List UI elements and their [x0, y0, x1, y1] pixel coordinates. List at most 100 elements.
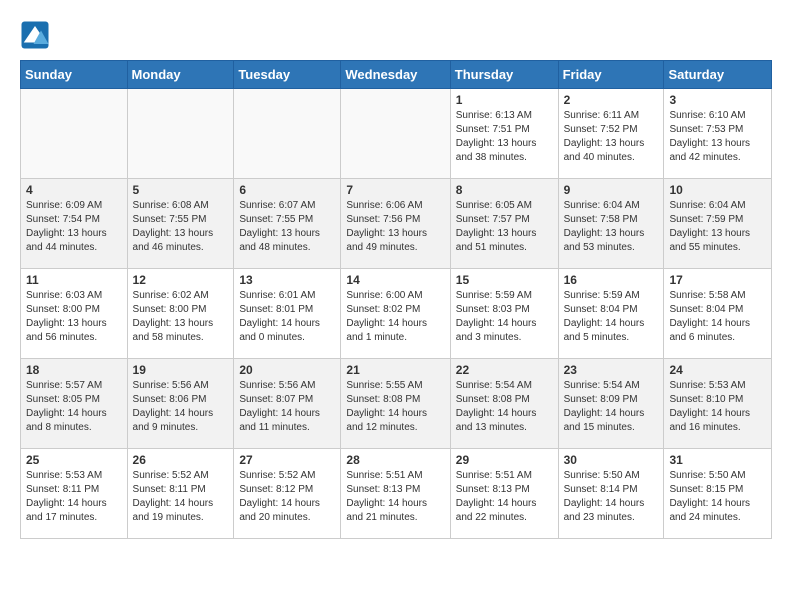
day-number: 30 — [564, 453, 659, 467]
week-row-1: 1 Sunrise: 6:13 AM Sunset: 7:51 PM Daylig… — [21, 89, 772, 179]
day-cell: 25 Sunrise: 5:53 AM Sunset: 8:11 PM Dayli… — [21, 449, 128, 539]
day-number: 8 — [456, 183, 553, 197]
day-cell: 9 Sunrise: 6:04 AM Sunset: 7:58 PM Daylig… — [558, 179, 664, 269]
day-cell: 23 Sunrise: 5:54 AM Sunset: 8:09 PM Dayli… — [558, 359, 664, 449]
day-info: Sunrise: 6:07 AM Sunset: 7:55 PM Dayligh… — [239, 199, 335, 255]
day-cell — [341, 89, 450, 179]
day-info: Sunrise: 6:04 AM Sunset: 7:59 PM Dayligh… — [669, 199, 766, 255]
day-cell: 2Sunrise: 6:11 AM Sunset: 7:52 PM Daylig… — [558, 89, 664, 179]
day-cell: 15Sunrise: 5:59 AM Sunset: 8:03 PM Dayli… — [450, 269, 558, 359]
day-info: Sunrise: 5:52 AM Sunset: 8:12 PM Dayligh… — [239, 469, 335, 525]
day-number: 11 — [26, 273, 122, 287]
day-info: Sunrise: 5:58 AM Sunset: 8:04 PM Dayligh… — [669, 289, 766, 345]
day-cell: 10 Sunrise: 6:04 AM Sunset: 7:59 PM Dayli… — [664, 179, 772, 269]
day-number: 18 — [26, 363, 122, 377]
day-number: 20 — [239, 363, 335, 377]
weekday-header-saturday: Saturday — [664, 61, 772, 89]
weekday-header-row: SundayMondayTuesdayWednesdayThursdayFrid… — [21, 61, 772, 89]
day-cell: 22Sunrise: 5:54 AM Sunset: 8:08 PM Dayli… — [450, 359, 558, 449]
day-info: Sunrise: 6:04 AM Sunset: 7:58 PM Dayligh… — [564, 199, 659, 255]
day-number: 17 — [669, 273, 766, 287]
weekday-header-tuesday: Tuesday — [234, 61, 341, 89]
day-cell: 20 Sunrise: 5:56 AM Sunset: 8:07 PM Dayli… — [234, 359, 341, 449]
day-cell — [21, 89, 128, 179]
day-info: Sunrise: 5:53 AM Sunset: 8:11 PM Dayligh… — [26, 469, 122, 525]
day-number: 12 — [133, 273, 229, 287]
day-cell: 17 Sunrise: 5:58 AM Sunset: 8:04 PM Dayli… — [664, 269, 772, 359]
day-number: 6 — [239, 183, 335, 197]
day-number: 31 — [669, 453, 766, 467]
day-cell: 11 Sunrise: 6:03 AM Sunset: 8:00 PM Dayli… — [21, 269, 128, 359]
week-row-4: 18 Sunrise: 5:57 AM Sunset: 8:05 PM Dayli… — [21, 359, 772, 449]
week-row-2: 4 Sunrise: 6:09 AM Sunset: 7:54 PM Daylig… — [21, 179, 772, 269]
day-info: Sunrise: 6:01 AM Sunset: 8:01 PM Dayligh… — [239, 289, 335, 345]
day-number: 29 — [456, 453, 553, 467]
day-number: 1 — [456, 93, 553, 107]
calendar-table: SundayMondayTuesdayWednesdayThursdayFrid… — [20, 60, 772, 539]
day-number: 28 — [346, 453, 444, 467]
weekday-header-wednesday: Wednesday — [341, 61, 450, 89]
day-info: Sunrise: 5:50 AM Sunset: 8:14 PM Dayligh… — [564, 469, 659, 525]
day-number: 13 — [239, 273, 335, 287]
day-info: Sunrise: 5:59 AM Sunset: 8:04 PM Dayligh… — [564, 289, 659, 345]
day-info: Sunrise: 5:56 AM Sunset: 8:07 PM Dayligh… — [239, 379, 335, 435]
day-cell: 28 Sunrise: 5:51 AM Sunset: 8:13 PM Dayli… — [341, 449, 450, 539]
day-info: Sunrise: 5:57 AM Sunset: 8:05 PM Dayligh… — [26, 379, 122, 435]
day-info: Sunrise: 5:50 AM Sunset: 8:15 PM Dayligh… — [669, 469, 766, 525]
day-number: 9 — [564, 183, 659, 197]
day-info: Sunrise: 6:06 AM Sunset: 7:56 PM Dayligh… — [346, 199, 444, 255]
day-number: 3 — [669, 93, 766, 107]
day-info: Sunrise: 5:54 AM Sunset: 8:09 PM Dayligh… — [564, 379, 659, 435]
day-cell: 6 Sunrise: 6:07 AM Sunset: 7:55 PM Daylig… — [234, 179, 341, 269]
day-info: Sunrise: 6:05 AM Sunset: 7:57 PM Dayligh… — [456, 199, 553, 255]
weekday-header-sunday: Sunday — [21, 61, 128, 89]
day-cell: 18 Sunrise: 5:57 AM Sunset: 8:05 PM Dayli… — [21, 359, 128, 449]
page-header — [20, 20, 772, 50]
day-number: 4 — [26, 183, 122, 197]
day-number: 7 — [346, 183, 444, 197]
day-cell: 26Sunrise: 5:52 AM Sunset: 8:11 PM Dayli… — [127, 449, 234, 539]
day-info: Sunrise: 5:54 AM Sunset: 8:08 PM Dayligh… — [456, 379, 553, 435]
day-cell: 31 Sunrise: 5:50 AM Sunset: 8:15 PM Dayli… — [664, 449, 772, 539]
day-cell: 3Sunrise: 6:10 AM Sunset: 7:53 PM Daylig… — [664, 89, 772, 179]
day-number: 14 — [346, 273, 444, 287]
day-cell: 14Sunrise: 6:00 AM Sunset: 8:02 PM Dayli… — [341, 269, 450, 359]
day-info: Sunrise: 5:51 AM Sunset: 8:13 PM Dayligh… — [456, 469, 553, 525]
day-info: Sunrise: 6:13 AM Sunset: 7:51 PM Dayligh… — [456, 109, 553, 165]
day-cell — [234, 89, 341, 179]
day-cell: 16 Sunrise: 5:59 AM Sunset: 8:04 PM Dayli… — [558, 269, 664, 359]
day-number: 24 — [669, 363, 766, 377]
day-info: Sunrise: 6:09 AM Sunset: 7:54 PM Dayligh… — [26, 199, 122, 255]
weekday-header-friday: Friday — [558, 61, 664, 89]
day-number: 23 — [564, 363, 659, 377]
day-cell: 8 Sunrise: 6:05 AM Sunset: 7:57 PM Daylig… — [450, 179, 558, 269]
day-cell: 1 Sunrise: 6:13 AM Sunset: 7:51 PM Daylig… — [450, 89, 558, 179]
day-number: 10 — [669, 183, 766, 197]
day-info: Sunrise: 6:02 AM Sunset: 8:00 PM Dayligh… — [133, 289, 229, 345]
day-cell: 21 Sunrise: 5:55 AM Sunset: 8:08 PM Dayli… — [341, 359, 450, 449]
day-number: 19 — [133, 363, 229, 377]
day-info: Sunrise: 6:08 AM Sunset: 7:55 PM Dayligh… — [133, 199, 229, 255]
logo-icon — [20, 20, 50, 50]
day-cell: 30 Sunrise: 5:50 AM Sunset: 8:14 PM Dayli… — [558, 449, 664, 539]
week-row-3: 11 Sunrise: 6:03 AM Sunset: 8:00 PM Dayli… — [21, 269, 772, 359]
day-cell: 13 Sunrise: 6:01 AM Sunset: 8:01 PM Dayli… — [234, 269, 341, 359]
logo — [20, 20, 54, 50]
day-number: 16 — [564, 273, 659, 287]
day-cell: 7 Sunrise: 6:06 AM Sunset: 7:56 PM Daylig… — [341, 179, 450, 269]
weekday-header-monday: Monday — [127, 61, 234, 89]
day-number: 21 — [346, 363, 444, 377]
weekday-header-thursday: Thursday — [450, 61, 558, 89]
day-info: Sunrise: 6:03 AM Sunset: 8:00 PM Dayligh… — [26, 289, 122, 345]
day-info: Sunrise: 5:51 AM Sunset: 8:13 PM Dayligh… — [346, 469, 444, 525]
day-info: Sunrise: 5:59 AM Sunset: 8:03 PM Dayligh… — [456, 289, 553, 345]
day-cell: 29 Sunrise: 5:51 AM Sunset: 8:13 PM Dayli… — [450, 449, 558, 539]
day-number: 27 — [239, 453, 335, 467]
day-number: 25 — [26, 453, 122, 467]
day-cell: 12 Sunrise: 6:02 AM Sunset: 8:00 PM Dayli… — [127, 269, 234, 359]
day-cell: 4 Sunrise: 6:09 AM Sunset: 7:54 PM Daylig… — [21, 179, 128, 269]
day-number: 5 — [133, 183, 229, 197]
day-cell: 19Sunrise: 5:56 AM Sunset: 8:06 PM Dayli… — [127, 359, 234, 449]
day-info: Sunrise: 5:55 AM Sunset: 8:08 PM Dayligh… — [346, 379, 444, 435]
week-row-5: 25 Sunrise: 5:53 AM Sunset: 8:11 PM Dayli… — [21, 449, 772, 539]
